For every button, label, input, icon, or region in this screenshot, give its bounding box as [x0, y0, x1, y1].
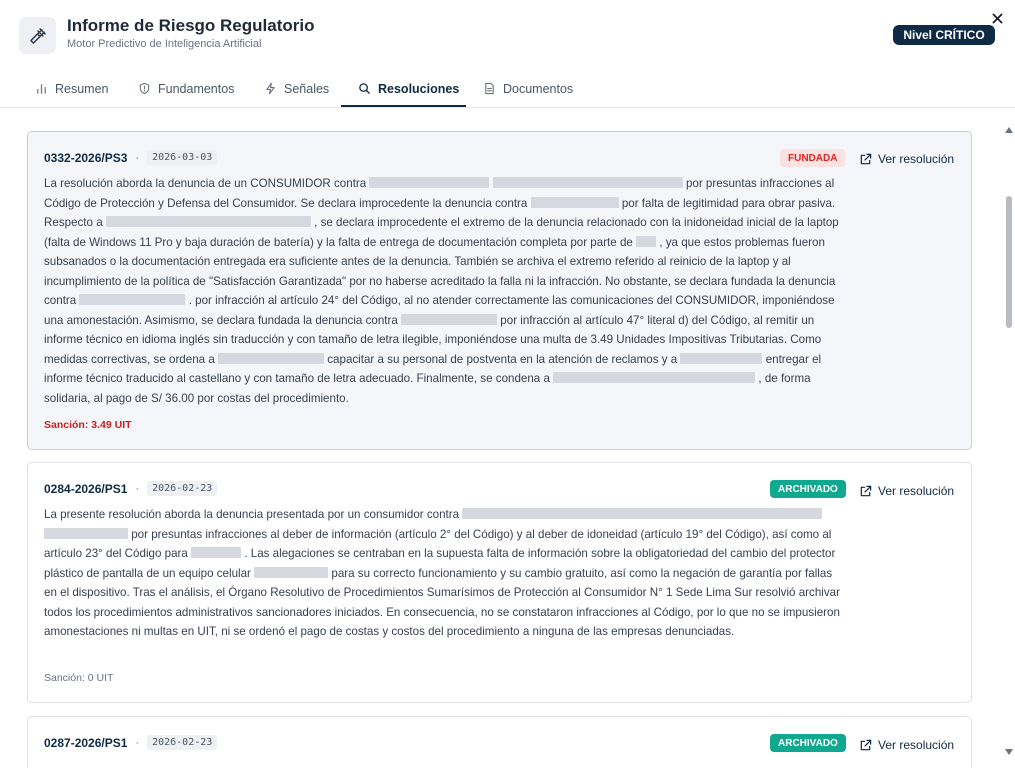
status-badge: ARCHIVADO: [770, 734, 846, 752]
close-button[interactable]: [989, 10, 1005, 26]
separator-dot: ·: [135, 151, 140, 164]
case-id: 0284-2026/PS1: [44, 481, 128, 496]
resolution-card: 0332-2026/PS3 · 2026-03-03 FUNDADA Ver r…: [27, 131, 972, 450]
search-icon: [359, 83, 370, 94]
active-tab-indicator: [341, 105, 466, 107]
redacted-text: [401, 313, 498, 325]
sanction-amount: Sanción: 0 UIT: [44, 672, 114, 684]
summary-text: capacitar a su personal de postventa en …: [327, 352, 678, 366]
redacted-text: [530, 196, 619, 208]
redacted-text: [636, 235, 657, 247]
lightning-icon: [266, 82, 275, 95]
tab-senales[interactable]: Señales: [264, 70, 329, 107]
resolution-card: 0284-2026/PS1 · 2026-02-23 ARCHIVADO Ver…: [27, 462, 972, 703]
redacted-text: [553, 372, 756, 383]
case-date: 2026-03-03: [147, 150, 218, 165]
close-icon: [992, 13, 1002, 23]
tab-label: Señales: [284, 81, 330, 96]
view-resolution-label: Ver resolución: [878, 738, 955, 752]
case-date: 2026-02-23: [147, 735, 218, 750]
view-resolution-link[interactable]: Ver resolución: [859, 484, 954, 498]
case-header: 0287-2026/PS1 · 2026-02-23: [44, 735, 218, 750]
redacted-text: [254, 566, 329, 578]
external-link-icon: [860, 153, 872, 164]
redacted-text: [218, 352, 325, 364]
tab-fundamentos[interactable]: Fundamentos: [138, 70, 234, 107]
redacted-text: [79, 294, 186, 305]
case-header: 0332-2026/PS3 · 2026-03-03: [44, 150, 218, 165]
external-link-icon: [860, 739, 872, 750]
tab-label: Resumen: [55, 81, 109, 96]
scroll-up-arrow-icon[interactable]: [1005, 127, 1013, 133]
summary-text: La resolución aborda la denuncia de un C…: [44, 177, 367, 190]
separator-dot: ·: [135, 736, 140, 749]
redacted-text: [680, 352, 763, 364]
page-subtitle: Motor Predictivo de Inteligencia Artific…: [67, 38, 262, 50]
tab-documentos[interactable]: Documentos: [483, 70, 573, 107]
shield-icon: [139, 82, 150, 95]
case-date: 2026-02-23: [147, 481, 218, 496]
case-id: 0332-2026/PS3: [44, 150, 128, 165]
case-id: 0287-2026/PS1: [44, 735, 128, 750]
tab-resumen[interactable]: Resumen: [35, 70, 109, 107]
tab-label: Fundamentos: [158, 81, 235, 96]
redacted-text: [462, 508, 823, 519]
resolution-summary: La presente resolución aborda la denunci…: [44, 505, 844, 642]
report-header: Informe de Riesgo Regulatorio Motor Pred…: [0, 0, 1015, 70]
gavel-icon: [19, 17, 56, 54]
redacted-text: [492, 177, 683, 188]
view-resolution-label: Ver resolución: [878, 152, 955, 166]
view-resolution-link[interactable]: Ver resolución: [859, 152, 954, 166]
status-badge: ARCHIVADO: [770, 480, 846, 498]
vertical-scrollbar[interactable]: [1003, 124, 1015, 768]
redacted-text: [191, 547, 242, 558]
view-resolution-link[interactable]: Ver resolución: [859, 738, 954, 752]
page-title: Informe de Riesgo Regulatorio: [67, 16, 315, 35]
summary-text: La presente resolución aborda la denunci…: [44, 508, 460, 521]
case-header: 0284-2026/PS1 · 2026-02-23: [44, 481, 218, 496]
document-icon: [485, 82, 494, 95]
redacted-text: [369, 177, 490, 188]
tab-label: Documentos: [503, 81, 574, 96]
tab-bar: Resumen Fundamentos Señales Resoluciones…: [0, 70, 1015, 108]
risk-level-badge: Nivel CRÍTICO: [893, 25, 995, 45]
external-link-icon: [860, 485, 872, 496]
scroll-down-arrow-icon[interactable]: [1005, 749, 1013, 755]
scroll-thumb[interactable]: [1006, 196, 1012, 328]
separator-dot: ·: [135, 482, 140, 495]
resolution-summary: La resolución aborda la denuncia de un C…: [44, 174, 844, 408]
redacted-text: [44, 527, 128, 539]
redacted-text: [105, 216, 311, 227]
status-badge: FUNDADA: [780, 149, 846, 167]
tab-label: Resoluciones: [378, 81, 460, 96]
tab-resoluciones[interactable]: Resoluciones: [358, 70, 459, 107]
sanction-amount: Sanción: 3.49 UIT: [44, 419, 132, 431]
resolution-card: 0287-2026/PS1 · 2026-02-23 ARCHIVADO Ver…: [27, 716, 972, 768]
view-resolution-label: Ver resolución: [878, 484, 955, 498]
bar-chart-icon: [37, 84, 46, 94]
